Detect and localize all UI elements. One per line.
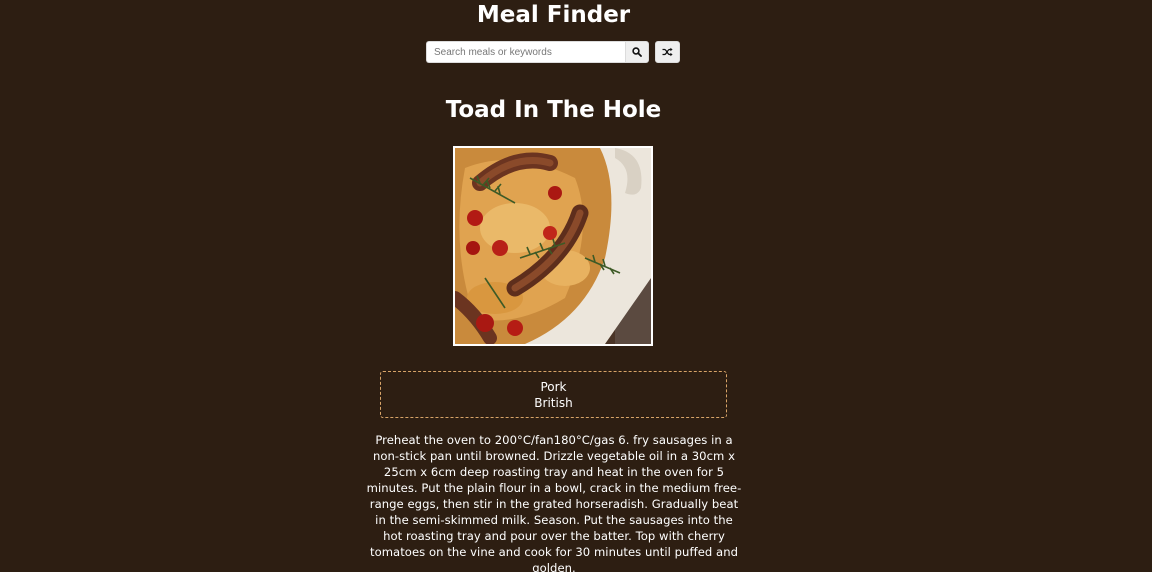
search-icon — [632, 47, 642, 57]
random-meal-button[interactable] — [655, 41, 680, 63]
meal-finder-app: Meal Finder Toad In The Hole — [0, 0, 1152, 572]
meal-category: Pork — [540, 380, 567, 394]
app-title: Meal Finder — [476, 2, 631, 28]
meal-area: British — [534, 396, 573, 410]
search-input[interactable] — [426, 41, 625, 63]
shuffle-icon — [662, 47, 673, 57]
search-form — [426, 41, 680, 63]
meal-title: Toad In The Hole — [445, 97, 662, 123]
meal-info-box: Pork British — [380, 371, 727, 418]
meal-instructions: Preheat the oven to 200°C/fan180°C/gas 6… — [366, 433, 742, 572]
meal-image — [453, 146, 653, 346]
search-button[interactable] — [625, 41, 649, 63]
